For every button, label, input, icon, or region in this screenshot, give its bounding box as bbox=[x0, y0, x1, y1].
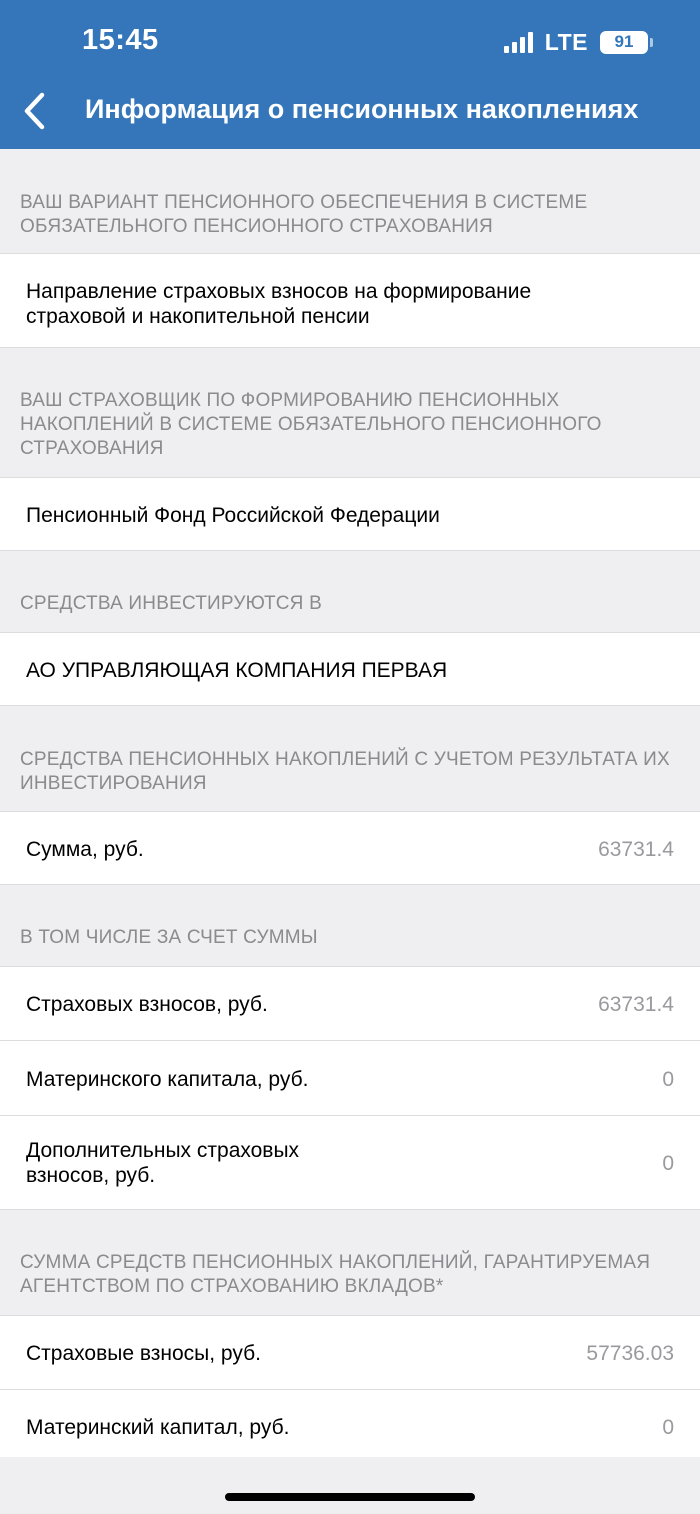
section-header-including: В ТОМ ЧИСЛЕ ЗА СЧЕТ СУММЫ bbox=[20, 927, 318, 948]
network-type: LTE bbox=[544, 28, 588, 55]
divider bbox=[0, 1209, 700, 1210]
row-label: АО УПРАВЛЯЮЩАЯ КОМПАНИЯ ПЕРВАЯ bbox=[26, 659, 448, 682]
section-header-savings-total: СРЕДСТВА ПЕНСИОННЫХ НАКОПЛЕНИЙ С УЧЕТОМ … bbox=[20, 749, 670, 794]
list-item: АО УПРАВЛЯЮЩАЯ КОМПАНИЯ ПЕРВАЯ bbox=[0, 632, 700, 706]
chevron-left-icon bbox=[24, 92, 45, 130]
battery-icon: 91 bbox=[600, 30, 653, 54]
page-title: Информация о пенсионных накоплениях bbox=[85, 94, 639, 124]
back-button[interactable] bbox=[14, 88, 54, 134]
row-label: Страховые взносы, руб. bbox=[26, 1342, 261, 1365]
row-label: Материнский капитал, руб. bbox=[26, 1416, 290, 1439]
list-item: Дополнительных страховых взносов, руб. 0 bbox=[0, 1115, 700, 1210]
status-time: 15:45 bbox=[82, 24, 159, 56]
list-item: Материнский капитал, руб. 0 bbox=[0, 1389, 700, 1457]
status-indicators: LTE 91 bbox=[503, 28, 653, 56]
section-header-insurer: ВАШ СТРАХОВЩИК ПО ФОРМИРОВАНИЮ ПЕНСИОННЫ… bbox=[20, 390, 602, 459]
divider bbox=[0, 347, 700, 348]
row-value: 63731.4 bbox=[598, 993, 674, 1016]
row-label: Дополнительных страховых взносов, руб. bbox=[26, 1139, 300, 1187]
section-header-guaranteed: СУММА СРЕДСТВ ПЕНСИОННЫХ НАКОПЛЕНИЙ, ГАР… bbox=[20, 1252, 651, 1297]
list-item: Материнского капитала, руб. 0 bbox=[0, 1040, 700, 1115]
row-label: Направление страховых взносов на формиро… bbox=[26, 280, 532, 328]
row-value: 0 bbox=[662, 1416, 674, 1439]
row-label: Материнского капитала, руб. bbox=[26, 1068, 309, 1091]
home-indicator[interactable] bbox=[225, 1493, 475, 1501]
battery-level: 91 bbox=[614, 32, 634, 51]
list-item: Страховых взносов, руб. 63731.4 bbox=[0, 966, 700, 1040]
divider bbox=[0, 550, 700, 551]
navigation-header: 15:45 LTE 91 Информация о пенсионных нак… bbox=[0, 0, 700, 149]
section-header-invested-in: СРЕДСТВА ИНВЕСТИРУЮТСЯ В bbox=[20, 593, 322, 614]
divider bbox=[0, 705, 700, 706]
signal-icon bbox=[503, 31, 533, 53]
row-value: 0 bbox=[662, 1068, 674, 1091]
row-value: 63731.4 bbox=[598, 838, 674, 861]
row-label: Пенсионный Фонд Российской Федерации bbox=[26, 504, 440, 527]
divider bbox=[0, 884, 700, 885]
row-value: 0 bbox=[662, 1152, 674, 1175]
section-header-pension-option: ВАШ ВАРИАНТ ПЕНСИОННОГО ОБЕСПЕЧЕНИЯ В СИ… bbox=[20, 192, 588, 237]
row-value: 57736.03 bbox=[586, 1342, 674, 1365]
list-item: Сумма, руб. 63731.4 bbox=[0, 811, 700, 885]
list-item: Страховые взносы, руб. 57736.03 bbox=[0, 1315, 700, 1389]
list-item: Пенсионный Фонд Российской Федерации bbox=[0, 477, 700, 551]
row-label: Сумма, руб. bbox=[26, 838, 144, 861]
list-item: Направление страховых взносов на формиро… bbox=[0, 253, 700, 348]
row-label: Страховых взносов, руб. bbox=[26, 993, 268, 1016]
